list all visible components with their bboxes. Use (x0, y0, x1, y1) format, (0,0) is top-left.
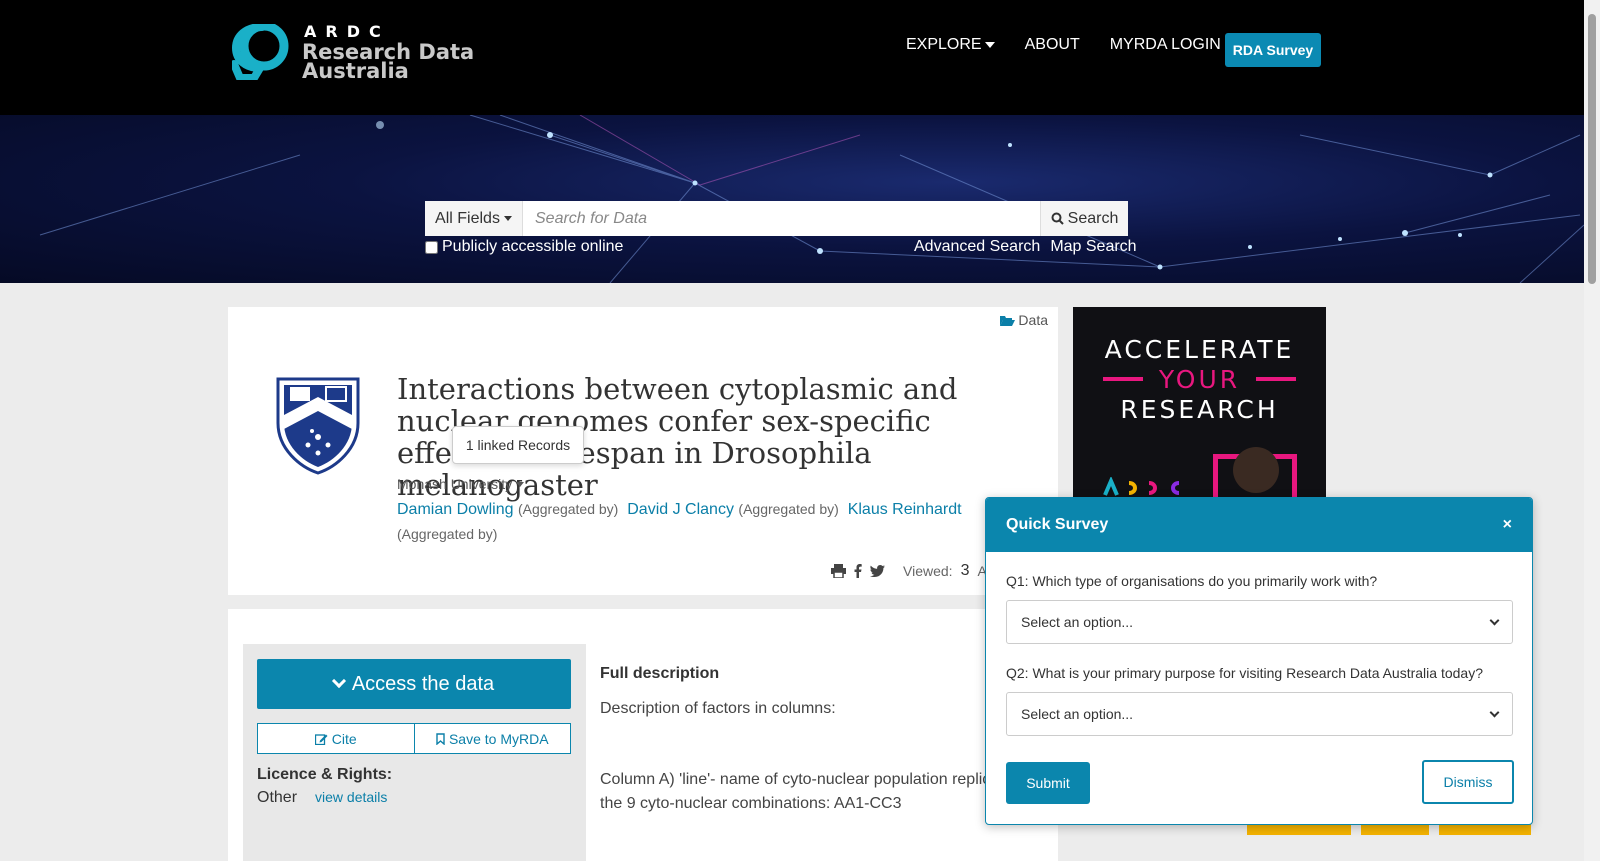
linked-records-tooltip: 1 linked Records (452, 426, 584, 464)
nav-about[interactable]: ABOUT (1025, 36, 1080, 54)
folder-open-icon (1000, 315, 1016, 326)
close-icon[interactable]: × (1503, 516, 1512, 534)
search-input[interactable] (523, 201, 1040, 236)
ad-person-photo (1233, 447, 1279, 493)
search-links: Advanced Search Map Search (914, 238, 1137, 256)
description-text: Column A) 'line'- name of cyto-nuclear p… (600, 771, 1000, 788)
survey-question-2: Q2: What is your primary purpose for vis… (1006, 665, 1483, 681)
search-icon (1051, 212, 1064, 225)
save-to-myrda-button[interactable]: Save to MyRDA (414, 723, 571, 754)
nav-myrda-login[interactable]: MYRDA LOGIN (1110, 36, 1221, 54)
logo-title-line2: Australia (302, 59, 409, 83)
licence-row: Other view details (257, 789, 387, 807)
survey-question-1: Q1: Which type of organisations do you p… (1006, 573, 1378, 589)
contributor-role: (Aggregated by) (397, 526, 498, 542)
chevron-down-icon (331, 673, 346, 689)
public-access-filter[interactable]: Publicly accessible online (425, 238, 623, 256)
hero-banner (0, 115, 1584, 283)
survey-q2-select[interactable]: Select an option... (1006, 692, 1513, 736)
licence-value: Other (257, 789, 298, 806)
cite-button[interactable]: Cite (257, 723, 415, 754)
full-description-heading: Full description (600, 665, 720, 682)
search-button-label: Search (1067, 209, 1119, 227)
edit-icon (314, 733, 328, 745)
nav-explore[interactable]: EXPLORE (906, 36, 995, 54)
quick-survey-dialog: Quick Survey × Q1: Which type of organis… (985, 497, 1533, 825)
description-text: the 9 cyto-nuclear combinations: AA1-CC3 (600, 795, 902, 812)
ardc-mark-icon (1103, 475, 1180, 496)
licence-heading: Licence & Rights: (257, 766, 393, 783)
chevron-down-icon (1489, 707, 1500, 717)
caret-down-icon (984, 41, 995, 48)
cite-label: Cite (331, 730, 357, 747)
survey-q1-value: Select an option... (1021, 614, 1134, 630)
search-field-select[interactable]: All Fields (425, 201, 523, 236)
chevron-down-icon (1489, 615, 1500, 625)
record-action-buttons: Cite Save to MyRDA (257, 723, 571, 754)
ad-dash-decoration (1103, 377, 1143, 381)
rda-survey-button[interactable]: RDA Survey (1225, 33, 1321, 67)
public-access-label: Publicly accessible online (442, 238, 624, 255)
logo-ardc-text: ARDC (304, 22, 390, 41)
share-stats-row: Viewed: 3 Ac (831, 562, 994, 580)
public-access-checkbox[interactable] (425, 240, 438, 254)
record-header-card: Data Interactions between cytoplasmic an… (228, 307, 1058, 595)
publisher-name: Monash University (397, 476, 513, 492)
record-type-tag: Data (999, 312, 1048, 328)
ardc-logo[interactable]: ARDC Research Data Australia (232, 22, 474, 83)
print-icon[interactable] (831, 564, 846, 578)
contributor-role: (Aggregated by) (738, 501, 839, 517)
survey-q2-value: Select an option... (1021, 706, 1134, 722)
access-data-label: Access the data (351, 672, 495, 695)
network-background-image (39, 115, 1584, 283)
search-field-label: All Fields (435, 209, 500, 227)
scrollbar-thumb[interactable] (1588, 14, 1596, 284)
save-label: Save to MyRDA (448, 730, 549, 747)
survey-q1-select[interactable]: Select an option... (1006, 600, 1513, 644)
main-nav: EXPLORE ABOUT MYRDA LOGIN (906, 36, 1221, 54)
contributor-link[interactable]: David J Clancy (627, 501, 734, 518)
facebook-icon[interactable] (854, 564, 862, 578)
contributor-link[interactable]: Klaus Reinhardt (848, 501, 962, 518)
survey-submit-button[interactable]: Submit (1006, 762, 1090, 804)
record-type-label: Data (1018, 312, 1048, 328)
description-text: Description of factors in columns: (600, 700, 836, 717)
nav-explore-label: EXPLORE (906, 36, 982, 53)
page-scrollbar[interactable] (1584, 0, 1600, 861)
viewed-label: Viewed: (903, 563, 953, 579)
advertisement-banner[interactable]: ACCELERATE YOUR RESEARCH (1073, 307, 1326, 507)
caret-down-icon (516, 481, 525, 487)
survey-dismiss-button[interactable]: Dismiss (1422, 760, 1514, 804)
contributors-list: Damian Dowling (Aggregated by) David J C… (397, 497, 977, 547)
search-bar: All Fields Search (425, 201, 1128, 236)
ad-ardc-logo (1103, 475, 1183, 497)
ad-headline-line3: RESEARCH (1120, 395, 1279, 424)
search-button[interactable]: Search (1040, 201, 1128, 236)
bookmark-icon (436, 732, 445, 745)
advanced-search-link[interactable]: Advanced Search (914, 238, 1040, 256)
logo-mark-icon (232, 24, 289, 80)
ad-headline-line1: ACCELERATE (1104, 335, 1295, 364)
access-side-panel: Access the data Cite Save to MyRDA Licen… (243, 644, 586, 861)
survey-header: Quick Survey × (986, 498, 1532, 552)
record-detail-card: Access the data Cite Save to MyRDA Licen… (228, 609, 1058, 861)
viewed-count: 3 (960, 562, 970, 579)
contributor-role: (Aggregated by) (517, 501, 619, 517)
ad-dash-decoration (1256, 377, 1296, 381)
twitter-icon[interactable] (870, 565, 885, 577)
contributor-link[interactable]: Damian Dowling (397, 501, 514, 518)
caret-down-icon (503, 216, 512, 221)
map-search-link[interactable]: Map Search (1050, 238, 1136, 256)
monash-crest-logo (276, 377, 360, 475)
site-header: ARDC Research Data Australia EXPLORE ABO… (0, 0, 1584, 115)
access-data-button[interactable]: Access the data (257, 659, 571, 709)
licence-details-link[interactable]: view details (315, 789, 387, 805)
publisher-dropdown[interactable]: Monash University (397, 476, 525, 492)
survey-title: Quick Survey (1006, 516, 1109, 533)
